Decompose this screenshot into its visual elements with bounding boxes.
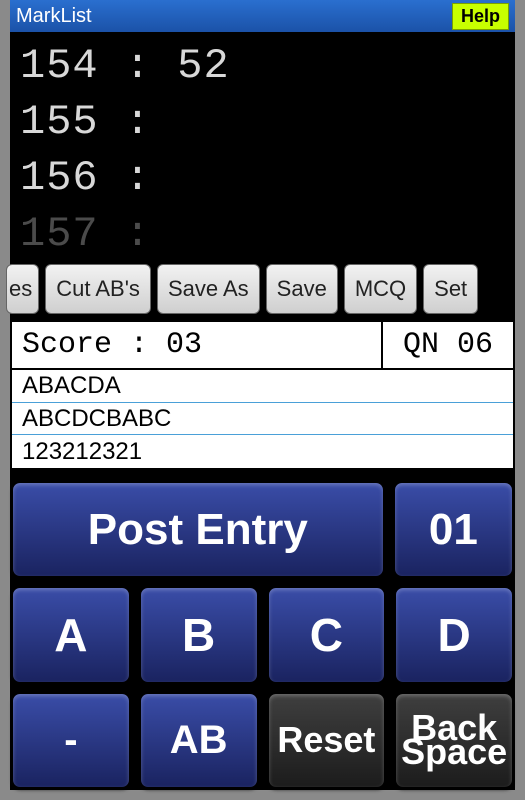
list-item[interactable]: 157 : — [20, 206, 505, 258]
list-item-id: 154 — [20, 42, 99, 90]
entry-count-button[interactable]: 01 — [394, 482, 513, 577]
key-dash-button[interactable]: - — [12, 693, 130, 788]
list-item-id: 157 — [20, 210, 99, 258]
list-item-value: 52 — [177, 42, 229, 90]
backspace-button[interactable]: Back Space — [395, 693, 513, 788]
toolbar-button-partial[interactable]: es — [6, 264, 39, 314]
key-c-button[interactable]: C — [268, 587, 386, 682]
save-as-button[interactable]: Save As — [157, 264, 260, 314]
backspace-label-2: Space — [401, 740, 507, 764]
entry-line-1[interactable]: ABACDA — [12, 370, 513, 403]
entry-line-2[interactable]: ABCDCBABC — [12, 403, 513, 436]
entry-box: ABACDA ABCDCBABC 123212321 — [10, 370, 515, 470]
mark-list[interactable]: 154 : 52 155 : 156 : 157 : — [10, 32, 515, 258]
app-frame: MarkList Help 154 : 52 155 : 156 : 157 :… — [0, 0, 525, 800]
set-button[interactable]: Set — [423, 264, 478, 314]
list-item-id: 155 — [20, 98, 99, 146]
app-title: MarkList — [16, 5, 92, 28]
keypad: Post Entry 01 A B C D - AB Reset Back Sp… — [10, 470, 515, 790]
save-button[interactable]: Save — [266, 264, 338, 314]
toolbar: es Cut AB's Save As Save MCQ Set — [10, 258, 515, 320]
list-item[interactable]: 155 : — [20, 94, 505, 150]
info-row: Score : 03 QN 06 — [10, 320, 515, 370]
cut-ab-button[interactable]: Cut AB's — [45, 264, 151, 314]
score-display: Score : 03 — [12, 322, 383, 368]
entry-line-3[interactable]: 123212321 — [12, 435, 513, 468]
qn-display: QN 06 — [383, 322, 513, 368]
post-entry-button[interactable]: Post Entry — [12, 482, 384, 577]
list-item-id: 156 — [20, 154, 99, 202]
help-button[interactable]: Help — [452, 3, 509, 30]
mcq-button[interactable]: MCQ — [344, 264, 417, 314]
list-item[interactable]: 156 : — [20, 150, 505, 206]
list-item[interactable]: 154 : 52 — [20, 38, 505, 94]
key-d-button[interactable]: D — [395, 587, 513, 682]
key-b-button[interactable]: B — [140, 587, 258, 682]
key-ab-button[interactable]: AB — [140, 693, 258, 788]
key-a-button[interactable]: A — [12, 587, 130, 682]
reset-button[interactable]: Reset — [268, 693, 386, 788]
title-bar: MarkList Help — [10, 0, 515, 32]
